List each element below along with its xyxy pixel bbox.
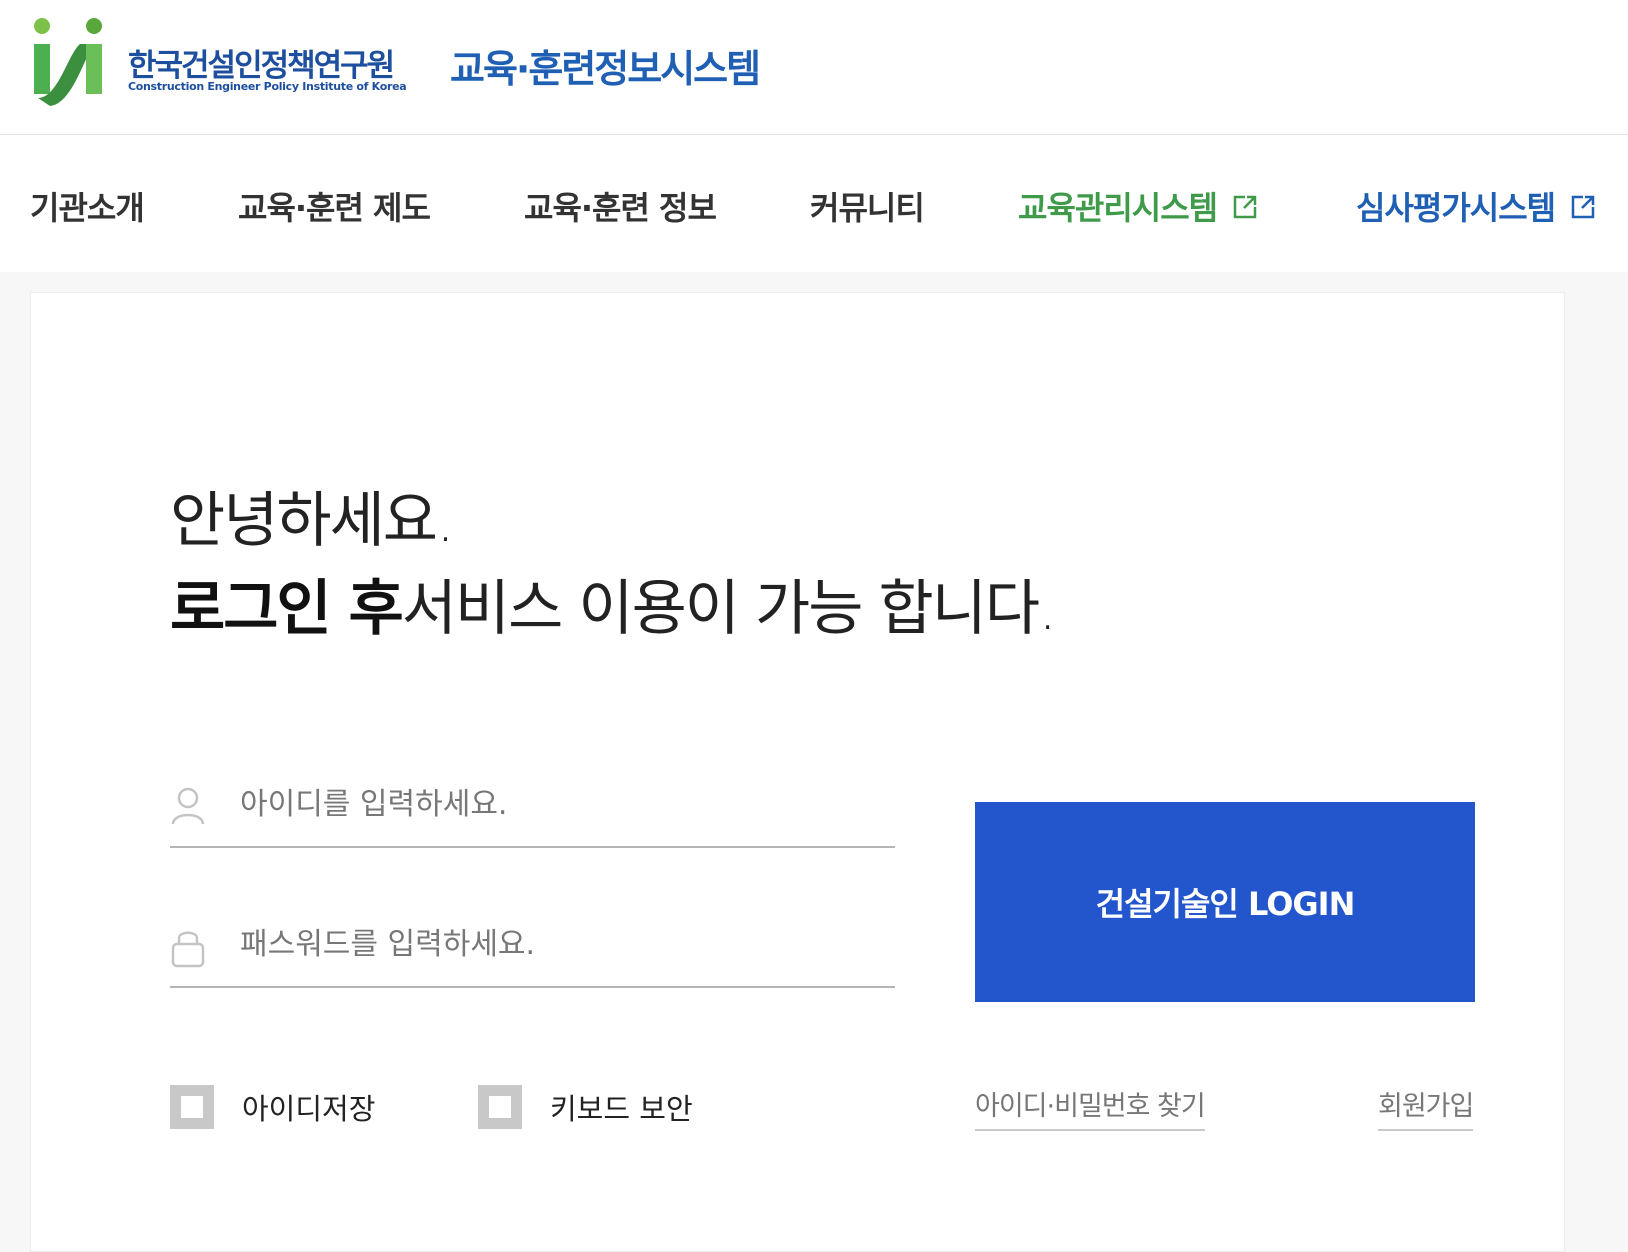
keyboard-security-checkbox[interactable]: 키보드 보안: [478, 1085, 693, 1129]
nav-item-community[interactable]: 커뮤니티: [810, 183, 925, 229]
greeting-line-2: 로그인 후서비스 이용이 가능 합니다.: [170, 560, 1057, 647]
greeting-line-1: 안녕하세요.: [170, 486, 455, 556]
checkbox-box[interactable]: [478, 1085, 522, 1129]
main-nav: 기관소개 교육·훈련 제도 교육·훈련 정보 커뮤니티 교육관리시스템 심사평가…: [0, 135, 1628, 272]
greeting-rest-text: 서비스 이용이 가능 합니다.: [401, 574, 1057, 644]
org-name-english: Construction Engineer Policy Institute o…: [128, 80, 407, 93]
find-id-password-link[interactable]: 아이디·비밀번호 찾기: [975, 1084, 1206, 1131]
checkbox-box[interactable]: [170, 1085, 214, 1129]
login-button[interactable]: 건설기술인 LOGIN: [975, 802, 1475, 1002]
lock-icon: [171, 931, 205, 968]
password-input[interactable]: [240, 922, 880, 966]
nav-item-training-info[interactable]: 교육·훈련 정보: [524, 183, 717, 229]
id-input[interactable]: [240, 782, 880, 826]
nav-item-training-system[interactable]: 교육·훈련 제도: [238, 183, 431, 229]
external-link-icon: [1571, 195, 1595, 219]
save-id-checkbox[interactable]: 아이디저장: [170, 1085, 375, 1129]
institute-logo-icon[interactable]: [28, 14, 110, 108]
nav-item-about[interactable]: 기관소개: [30, 183, 145, 229]
site-header: 한국건설인정책연구원 Construction Engineer Policy …: [0, 0, 1628, 135]
greeting-bold-text: 로그인 후: [170, 574, 404, 644]
system-title[interactable]: 교육·훈련정보시스템: [450, 38, 761, 93]
nav-item-review-evaluation-label: 심사평가시스템: [1356, 189, 1556, 227]
nav-item-review-evaluation[interactable]: 심사평가시스템: [1356, 183, 1597, 229]
id-field: [170, 778, 895, 848]
org-name: 한국건설인정책연구원: [128, 48, 395, 84]
signup-link[interactable]: 회원가입: [1378, 1084, 1474, 1131]
nav-item-education-management[interactable]: 교육관리시스템: [1018, 183, 1259, 229]
user-icon: [171, 787, 205, 825]
keyboard-security-label: 키보드 보안: [550, 1092, 693, 1126]
save-id-label: 아이디저장: [242, 1092, 376, 1126]
password-field: [170, 918, 895, 988]
external-link-icon: [1233, 195, 1257, 219]
nav-item-education-management-label: 교육관리시스템: [1018, 189, 1218, 227]
